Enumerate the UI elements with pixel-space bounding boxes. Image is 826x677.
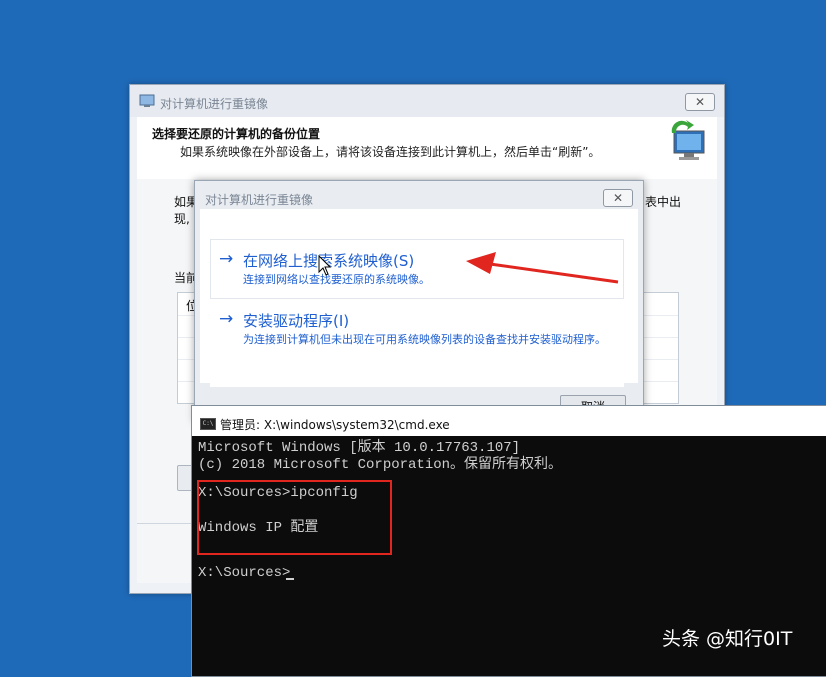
install-driver-option[interactable]: → 安装驱动程序(I) 为连接到计算机但未出现在可用系统映像列表的设备查找并安装… [210,299,624,387]
console-prompt[interactable]: X:\Sources> [198,565,290,581]
mouse-pointer-icon [318,255,332,276]
option-description: 为连接到计算机但未出现在可用系统映像列表的设备查找并安装驱动程序。 [243,333,606,346]
close-button[interactable]: ✕ [603,189,633,207]
annotation-highlight-box [197,480,392,555]
window-icon [139,94,155,107]
page-subheading: 如果系统映像在外部设备上，请将该设备连接到此计算机上，然后单击“刷新”。 [180,145,601,159]
arrow-right-icon: → [219,249,234,269]
watermark: 头条 @知行0IT [662,628,793,650]
annotation-arrow-icon [466,252,619,284]
page-heading: 选择要还原的计算机的备份位置 [152,127,321,141]
console-line: (c) 2018 Microsoft Corporation。保留所有权利。 [198,457,563,473]
body-text-fragment: 表中出 [645,195,682,209]
text-cursor [286,578,294,580]
cmd-icon: C:\ [200,418,216,430]
arrow-right-icon: → [219,309,234,329]
dialog-title: 对计算机进行重镜像 [205,193,314,207]
dialog-title: 对计算机进行重镜像 [160,97,269,111]
cmd-title: 管理员: X:\windows\system32\cmd.exe [220,418,450,432]
options-panel: → 在网络上搜索系统映像(S) 连接到网络以查找要还原的系统映像。 → 安装驱动… [200,209,638,387]
search-options-dialog: 对计算机进行重镜像 ✕ → 在网络上搜索系统映像(S) 连接到网络以查找要还原的… [194,180,644,422]
body-text-fragment: 现, [174,212,190,226]
close-button[interactable]: ✕ [685,93,715,111]
option-title: 安装驱动程序(I) [243,312,350,330]
restore-icon [671,120,705,160]
